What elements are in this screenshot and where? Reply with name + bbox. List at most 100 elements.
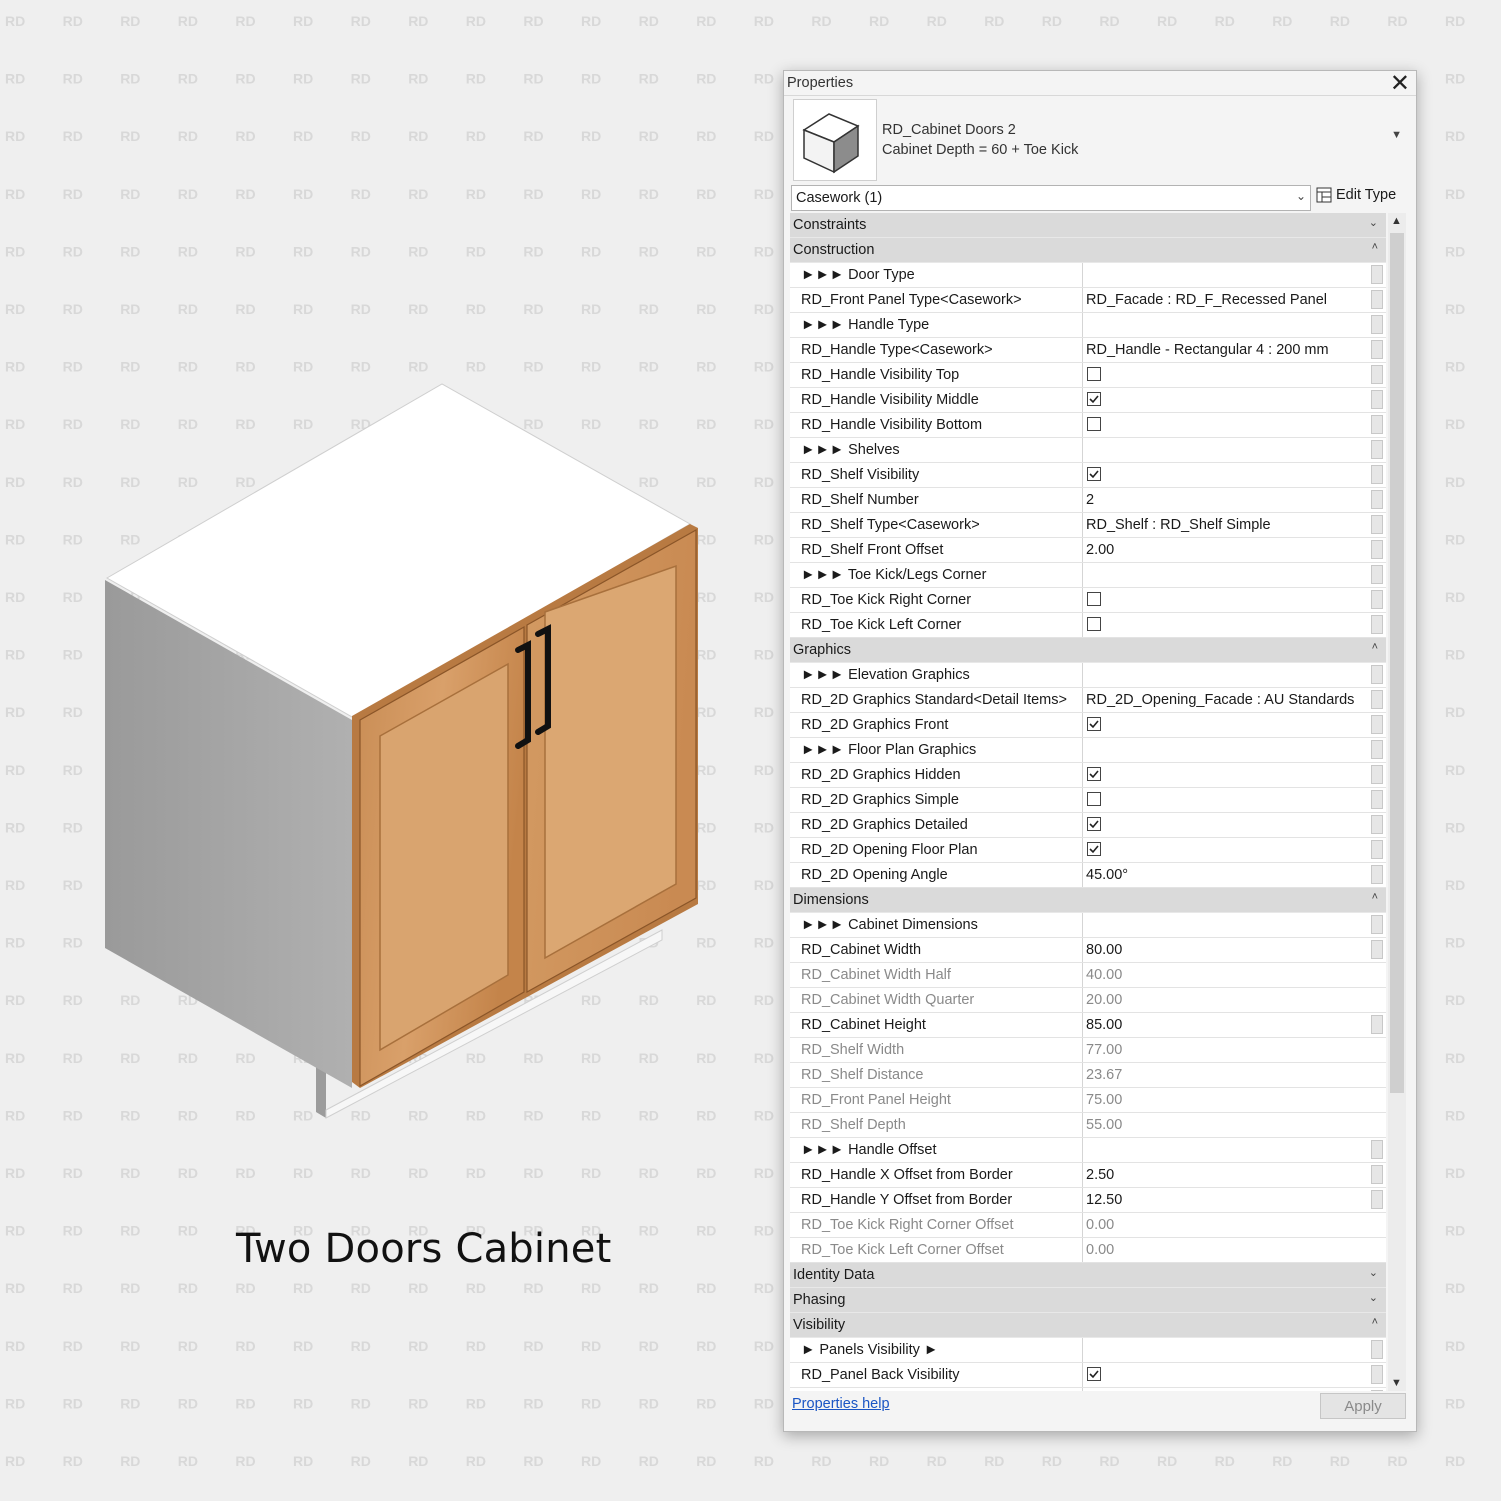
property-value[interactable]: 45.00° [1086, 867, 1128, 883]
row-button[interactable] [1371, 765, 1383, 784]
checkbox[interactable] [1087, 792, 1101, 806]
section-header[interactable]: Constraints ⌄ [790, 213, 1386, 238]
property-value[interactable]: 2.00 [1086, 542, 1114, 558]
row-button[interactable] [1371, 1365, 1383, 1384]
value-cell[interactable]: 45.00° [1086, 863, 1370, 887]
property-value[interactable]: 80.00 [1086, 942, 1122, 958]
checkbox[interactable] [1087, 592, 1101, 606]
property-value[interactable]: RD_Handle - Rectangular 4 : 200 mm [1086, 342, 1329, 358]
vertical-scrollbar[interactable]: ▲ ▼ [1388, 213, 1406, 1391]
toggle-icon[interactable]: ˄ [1372, 641, 1378, 653]
properties-help-link[interactable]: Properties help [792, 1396, 890, 1412]
row-button[interactable] [1371, 290, 1383, 309]
row-button[interactable] [1371, 1140, 1383, 1159]
row-button[interactable] [1371, 665, 1383, 684]
watermark-text: RD [869, 1453, 889, 1469]
name-cell: RD_2D Graphics Simple [790, 788, 1083, 812]
watermark-text: RD [1330, 13, 1350, 29]
apply-button[interactable]: Apply [1320, 1393, 1406, 1419]
row-button[interactable] [1371, 365, 1383, 384]
value-cell[interactable]: 85.00 [1086, 1013, 1370, 1037]
row-button[interactable] [1371, 715, 1383, 734]
toggle-icon[interactable]: ⌄ [1369, 216, 1378, 229]
row-button[interactable] [1371, 1340, 1383, 1359]
row-button[interactable] [1371, 515, 1383, 534]
toggle-icon[interactable]: ˄ [1372, 241, 1378, 253]
checkbox[interactable] [1087, 417, 1101, 431]
row-button[interactable] [1371, 1390, 1383, 1391]
toggle-icon[interactable]: ⌄ [1369, 1266, 1378, 1279]
property-value[interactable]: 2 [1086, 492, 1094, 508]
row-button[interactable] [1371, 540, 1383, 559]
checkbox[interactable] [1087, 767, 1101, 781]
property-value[interactable]: 85.00 [1086, 1017, 1122, 1033]
type-selector[interactable]: RD_Cabinet Doors 2 Cabinet Depth = 60 + … [790, 97, 1410, 183]
value-cell[interactable]: RD_Facade : RD_F_Recessed Panel [1086, 288, 1370, 312]
row-button[interactable] [1371, 1190, 1383, 1209]
checkbox[interactable] [1087, 392, 1101, 406]
checkbox[interactable] [1087, 467, 1101, 481]
checkbox[interactable] [1087, 842, 1101, 856]
property-value[interactable]: RD_Shelf : RD_Shelf Simple [1086, 517, 1271, 533]
toggle-icon[interactable]: ˄ [1372, 1316, 1378, 1328]
row-button[interactable] [1371, 940, 1383, 959]
section-header[interactable]: Graphics ˄ [790, 638, 1386, 663]
row-button[interactable] [1371, 265, 1383, 284]
row-button[interactable] [1371, 390, 1383, 409]
row-button[interactable] [1371, 415, 1383, 434]
section-header[interactable]: Visibility ˄ [790, 1313, 1386, 1338]
section-header[interactable]: Identity Data ⌄ [790, 1263, 1386, 1288]
value-cell[interactable]: RD_Handle - Rectangular 4 : 200 mm [1086, 338, 1370, 362]
property-value[interactable]: 12.50 [1086, 1192, 1122, 1208]
row-button[interactable] [1371, 340, 1383, 359]
row-button[interactable] [1371, 490, 1383, 509]
row-button[interactable] [1371, 840, 1383, 859]
row-button[interactable] [1371, 590, 1383, 609]
property-row: RD_Shelf Depth 55.00 [790, 1113, 1386, 1138]
edit-type-button[interactable]: Edit Type [1316, 187, 1396, 203]
row-button[interactable] [1371, 1165, 1383, 1184]
toggle-icon[interactable]: ˄ [1372, 891, 1378, 903]
value-cell[interactable]: RD_Shelf : RD_Shelf Simple [1086, 513, 1370, 537]
checkbox[interactable] [1087, 617, 1101, 631]
row-button[interactable] [1371, 815, 1383, 834]
row-button[interactable] [1371, 440, 1383, 459]
chevron-up-icon[interactable]: ▲ [1391, 215, 1402, 227]
row-button[interactable] [1371, 915, 1383, 934]
row-button[interactable] [1371, 740, 1383, 759]
section-header[interactable]: Dimensions ˄ [790, 888, 1386, 913]
row-button[interactable] [1371, 690, 1383, 709]
name-cell: RD_Shelf Number [790, 488, 1083, 512]
row-button[interactable] [1371, 615, 1383, 634]
row-button[interactable] [1371, 1015, 1383, 1034]
value-cell[interactable]: RD_2D_Opening_Facade : AU Standards [1086, 688, 1370, 712]
close-icon[interactable]: ✕ [1390, 69, 1410, 98]
checkbox[interactable] [1087, 1367, 1101, 1381]
value-cell[interactable]: 2.50 [1086, 1163, 1370, 1187]
property-value[interactable]: RD_Facade : RD_F_Recessed Panel [1086, 292, 1327, 308]
chevron-down-icon[interactable]: ▼ [1391, 1377, 1402, 1389]
section-header[interactable]: Construction ˄ [790, 238, 1386, 263]
row-button[interactable] [1371, 565, 1383, 584]
name-cell: ►►► Elevation Graphics [790, 663, 1083, 687]
value-cell[interactable]: 12.50 [1086, 1188, 1370, 1212]
section-header[interactable]: Phasing ⌄ [790, 1288, 1386, 1313]
value-cell [1086, 363, 1370, 387]
property-value[interactable]: 2.50 [1086, 1167, 1114, 1183]
watermark-text: RD [811, 13, 831, 29]
category-filter-dropdown[interactable]: Casework (1) ⌄ [791, 185, 1311, 211]
checkbox[interactable] [1087, 367, 1101, 381]
toggle-icon[interactable]: ⌄ [1369, 1291, 1378, 1304]
scrollbar-thumb[interactable] [1390, 233, 1404, 1093]
row-button[interactable] [1371, 315, 1383, 334]
row-button[interactable] [1371, 465, 1383, 484]
value-cell[interactable]: 2.00 [1086, 538, 1370, 562]
row-button[interactable] [1371, 790, 1383, 809]
checkbox[interactable] [1087, 717, 1101, 731]
property-value[interactable]: RD_2D_Opening_Facade : AU Standards [1086, 692, 1354, 708]
chevron-down-icon[interactable]: ▼ [1391, 129, 1402, 141]
row-button[interactable] [1371, 865, 1383, 884]
value-cell[interactable]: 80.00 [1086, 938, 1370, 962]
checkbox[interactable] [1087, 817, 1101, 831]
value-cell[interactable]: 2 [1086, 488, 1370, 512]
